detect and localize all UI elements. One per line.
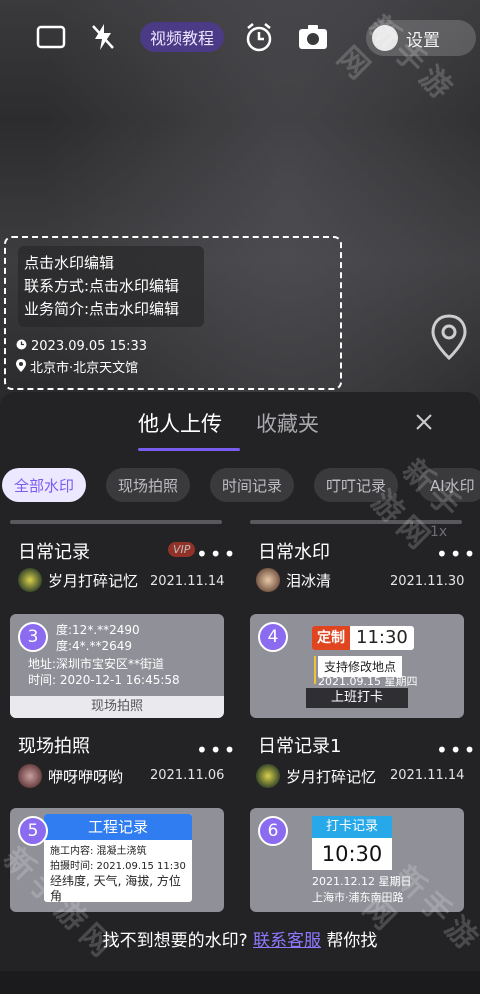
- watermark-line-3: 业务简介:点击水印编辑: [24, 300, 180, 318]
- watermark-line-1: 点击水印编辑: [24, 254, 115, 272]
- avatar: [18, 568, 42, 592]
- time-label: 11:30: [350, 626, 414, 650]
- switch-camera-icon[interactable]: [296, 20, 330, 54]
- more-options-icon[interactable]: •••: [196, 738, 237, 762]
- template-author[interactable]: 岁月打碎记忆: [18, 568, 138, 592]
- template-title: 日常水印: [258, 542, 330, 563]
- template-thumbnail[interactable]: 度:12*.**2490 度:4*.**2649 地址:深圳市宝安区**街道 时…: [10, 614, 224, 718]
- number-badge: 6: [258, 816, 288, 846]
- card-title: 打卡记录: [312, 816, 392, 838]
- number-badge: 3: [18, 622, 48, 652]
- author-name: 泪冰清: [286, 571, 332, 590]
- card-line: 拍摄时间: 2021.09.15 11:30: [50, 861, 186, 872]
- flash-off-icon[interactable]: [86, 20, 120, 54]
- custom-tag: 定制: [312, 626, 350, 650]
- template-author[interactable]: 岁月打碎记忆: [256, 764, 376, 788]
- thumb-text: 地址:深圳市宝安区**街道: [28, 657, 165, 671]
- divider: [314, 656, 316, 684]
- watermark-datetime: 2023.09.05 15:33: [31, 339, 148, 354]
- template-date: 2021.11.14: [150, 574, 225, 589]
- watermark-location: 北京市·北京天文馆: [30, 361, 139, 376]
- thumb-footer: 上班打卡: [306, 688, 408, 708]
- prompt-text: 帮你找: [326, 931, 378, 951]
- template-date: 2021.11.06: [150, 768, 225, 783]
- chip-time-record[interactable]: 时间记录: [210, 468, 295, 502]
- watermark-meta: 2023.09.05 15:33 北京市·北京天文馆: [16, 336, 147, 380]
- tab-underline: [138, 448, 240, 451]
- location-pin-icon: [16, 358, 26, 380]
- card-line: 施工内容: 混凝土浇筑: [50, 846, 147, 857]
- chip-all[interactable]: 全部水印: [2, 468, 87, 502]
- more-options-icon[interactable]: •••: [196, 542, 237, 566]
- template-thumbnail[interactable]: 定制 11:30 支持修改地点 2021.09.15 星期四 上班打卡 4: [250, 614, 464, 718]
- template-title: 日常记录1: [258, 736, 342, 757]
- time-tag: 定制 11:30: [312, 626, 414, 650]
- close-icon[interactable]: [412, 410, 436, 434]
- template-title: 日常记录: [18, 542, 90, 563]
- tab-favorites[interactable]: 收藏夹: [256, 408, 319, 438]
- vip-badge: VIP: [168, 542, 196, 557]
- column-divider: [10, 520, 222, 524]
- watermark-line-2: 联系方式:点击水印编辑: [24, 277, 180, 295]
- avatar: [256, 568, 280, 592]
- template-author[interactable]: 泪冰清: [256, 568, 331, 592]
- template-author[interactable]: 咿呀咿呀哟: [18, 764, 123, 788]
- template-date: 2021.11.14: [390, 768, 465, 783]
- clock-icon: [16, 336, 27, 358]
- timer-icon[interactable]: [242, 20, 276, 54]
- tab-others-upload[interactable]: 他人上传: [138, 408, 222, 438]
- video-tutorial-button[interactable]: 视频教程: [140, 22, 225, 52]
- contact-support-link[interactable]: 联系客服: [253, 931, 321, 951]
- author-name: 岁月打碎记忆: [48, 571, 139, 590]
- avatar: [18, 764, 42, 788]
- number-badge: 4: [258, 622, 288, 652]
- author-name: 岁月打碎记忆: [286, 767, 377, 786]
- template-title: 现场拍照: [18, 736, 90, 757]
- template-date: 2021.11.30: [390, 574, 465, 589]
- thumb-text: 度:12*.**2490: [56, 623, 140, 637]
- thumb-text: 时间: 2020-12-1 16:45:58: [28, 673, 180, 687]
- watermark-preview[interactable]: 点击水印编辑 联系方式:点击水印编辑 业务简介:点击水印编辑 2023.09.0…: [4, 236, 342, 390]
- aspect-ratio-icon[interactable]: [34, 20, 68, 54]
- thumb-footer: 现场拍照: [10, 696, 224, 718]
- time-label: 10:30: [312, 838, 392, 870]
- location-icon[interactable]: [430, 314, 468, 361]
- watermark-text-card: 点击水印编辑 联系方式:点击水印编辑 业务简介:点击水印编辑: [18, 246, 204, 327]
- avatar: [256, 764, 280, 788]
- author-name: 咿呀咿呀哟: [48, 767, 124, 786]
- card-title: 工程记录: [44, 814, 192, 840]
- thumb-text: 度:4*.**2649: [56, 639, 133, 653]
- chip-onsite-photo[interactable]: 现场拍照: [106, 468, 191, 502]
- more-options-icon[interactable]: •••: [436, 738, 477, 762]
